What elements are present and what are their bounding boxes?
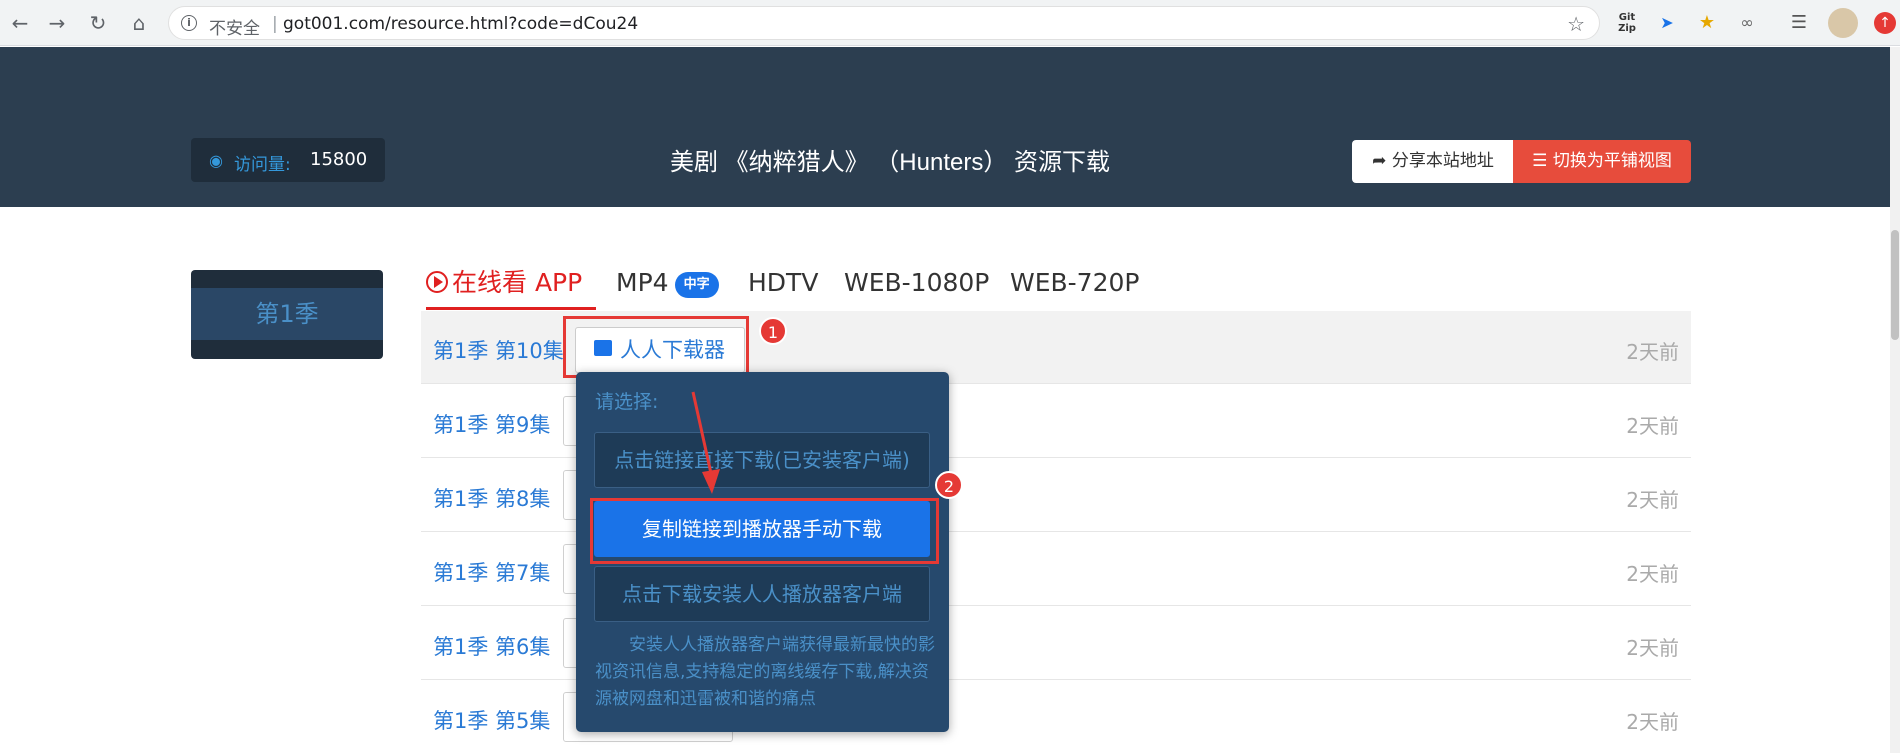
popup-note: 安装人人播放器客户端获得最新最快的影视资讯信息,支持稳定的离线缓存下载,解决资源…	[595, 635, 935, 709]
episode-link[interactable]: 第1季 第6集	[433, 631, 550, 661]
episode-time: 2天前	[1626, 636, 1679, 660]
season-item-1[interactable]: 第1季	[191, 288, 383, 340]
episode-link[interactable]: 第1季 第9集	[433, 409, 550, 439]
episode-link[interactable]: 第1季 第10集	[433, 335, 564, 365]
tab-online-app[interactable]: 在线看 APP	[426, 258, 596, 310]
scroll-thumb[interactable]	[1891, 230, 1899, 340]
page-title: 美剧 《纳粹猎人》 （Hunters） 资源下载	[669, 149, 1111, 176]
popup-title: 请选择:	[595, 391, 659, 413]
episode-time: 2天前	[1626, 562, 1679, 586]
visit-counter: ◉ 访问量: 15800	[191, 138, 385, 182]
browser-toolbar: ← → ↻ ⌂ i 不安全 | got001.com/resource.html…	[0, 0, 1900, 46]
episode-time: 2天前	[1626, 340, 1679, 364]
forward-icon[interactable]: →	[45, 11, 69, 35]
playlist-icon[interactable]: ☰	[1786, 10, 1812, 36]
tab-mp4[interactable]: MP4 中字	[616, 258, 719, 310]
fox-icon[interactable]: ★	[1694, 10, 1720, 36]
visits-label: 访问量:	[234, 155, 291, 175]
reload-icon[interactable]: ↻	[86, 11, 110, 35]
highlight-box-1	[563, 316, 749, 378]
share-button-label: 分享本站地址	[1391, 151, 1494, 171]
tab-label: 在线看 APP	[452, 268, 583, 297]
share-site-button[interactable]: ➦ 分享本站地址	[1352, 140, 1514, 183]
episode-time: 2天前	[1626, 488, 1679, 512]
home-icon[interactable]: ⌂	[127, 11, 151, 35]
page-scrollbar[interactable]	[1890, 47, 1900, 753]
security-label: 不安全	[209, 19, 260, 39]
address-bar[interactable]: i 不安全 | got001.com/resource.html?code=dC…	[168, 6, 1600, 40]
bookmark-star-icon[interactable]: ☆	[1567, 12, 1585, 36]
url-text[interactable]: got001.com/resource.html?code=dCou24	[283, 14, 638, 34]
eye-icon: ◉	[209, 151, 223, 170]
tab-label: MP4	[616, 268, 669, 297]
highlight-box-2	[590, 498, 939, 564]
bike-icon[interactable]: ∞	[1734, 10, 1760, 36]
back-icon[interactable]: ←	[8, 11, 32, 35]
direct-download-option[interactable]: 点击链接直接下载(已安装客户端)	[594, 432, 930, 488]
toggle-view-label: 切换为平铺视图	[1552, 151, 1672, 171]
episode-link[interactable]: 第1季 第5集	[433, 705, 550, 735]
subtitle-badge: 中字	[674, 272, 719, 298]
step-marker-1: 1	[759, 317, 787, 345]
play-icon	[426, 271, 448, 293]
step-marker-2: 2	[935, 471, 963, 499]
tab-web-1080p[interactable]: WEB-1080P	[844, 258, 989, 310]
gitzip-extension-icon[interactable]: Git Zip	[1614, 10, 1640, 36]
episode-time: 2天前	[1626, 414, 1679, 438]
update-icon[interactable]: ↑	[1874, 12, 1896, 34]
share-icon: ➦	[1372, 151, 1387, 171]
install-client-option[interactable]: 点击下载安装人人播放器客户端	[594, 566, 930, 622]
tab-web-720p[interactable]: WEB-720P	[1010, 258, 1139, 310]
episode-link[interactable]: 第1季 第8集	[433, 483, 550, 513]
visits-value: 15800	[310, 149, 368, 170]
send-icon[interactable]: ➤	[1655, 10, 1679, 36]
episode-link[interactable]: 第1季 第7集	[433, 557, 550, 587]
info-icon[interactable]: i	[181, 15, 197, 31]
site-header	[0, 47, 1890, 207]
separator: |	[272, 14, 278, 34]
list-icon: ☰	[1532, 151, 1548, 171]
tab-hdtv[interactable]: HDTV	[748, 258, 818, 310]
episode-time: 2天前	[1626, 710, 1679, 734]
profile-avatar[interactable]	[1828, 8, 1858, 38]
toggle-tile-view-button[interactable]: ☰ 切换为平铺视图	[1513, 140, 1691, 183]
